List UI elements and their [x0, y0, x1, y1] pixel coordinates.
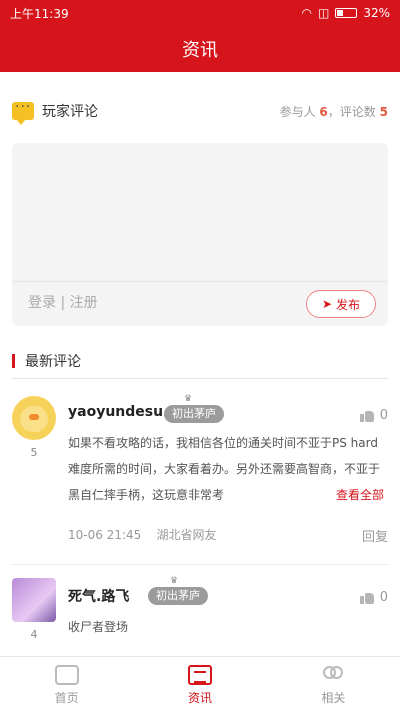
avatar[interactable]	[12, 396, 56, 440]
divider	[12, 564, 388, 565]
comment-item: 4 死气.路飞 ♛ 初出茅庐 0 收尸者登场	[12, 576, 388, 648]
battery-percent: 32%	[363, 6, 390, 20]
view-all-link[interactable]: 查看全部	[329, 482, 384, 508]
publish-label: 发布	[336, 297, 361, 312]
comment-meta: 10-06 21:45 湖北省网友	[68, 526, 217, 543]
divider	[12, 281, 388, 282]
crown-icon: ♛	[184, 394, 193, 404]
page-title: 资讯	[0, 26, 400, 72]
chat-bubble-icon	[12, 99, 34, 125]
latest-comments-header: 最新评论	[12, 343, 388, 379]
tab-news-label: 资讯	[187, 691, 212, 705]
tab-news[interactable]: 资讯	[133, 657, 266, 714]
comments-count: 5	[379, 104, 388, 119]
comment-location: 湖北省网友	[156, 528, 217, 542]
status-time: 上午11:39	[10, 6, 69, 21]
status-right: ◠ ◫ 32%	[302, 6, 391, 20]
tab-home[interactable]: 首页	[0, 657, 133, 714]
comment-stats: 参与人 6，评论数 5	[280, 103, 388, 120]
rank-badge: 初出茅庐	[164, 405, 224, 423]
user-level: 5	[30, 446, 38, 459]
bottom-tab-bar: 首页 资讯 相关	[0, 656, 400, 714]
like-count: 0	[379, 590, 388, 605]
battery-icon	[335, 8, 358, 18]
alarm-icon: ◫	[317, 6, 330, 20]
status-bar: 上午11:39 ◠ ◫ 32%	[0, 0, 400, 26]
thumbs-up-icon	[359, 591, 374, 604]
comment-item: 5 yaoyundesu ♛ 初出茅庐 0 如果不看攻略的话，我相信各位的通关时…	[12, 394, 388, 566]
section-marker	[12, 353, 15, 368]
login-register-link[interactable]: 登录 | 注册	[28, 292, 98, 312]
tab-related-label: 相关	[321, 691, 346, 705]
stats-separator: ，	[327, 104, 340, 119]
user-level: 4	[30, 628, 38, 641]
comment-content: 收尸者登场	[68, 614, 386, 640]
player-comments-title: 玩家评论	[42, 104, 98, 120]
like-count: 0	[379, 408, 388, 423]
username[interactable]: 死气.路飞	[68, 586, 129, 606]
comment-text: 收尸者登场	[68, 620, 129, 634]
participants-label: 参与人	[279, 104, 316, 119]
participants-count: 6	[319, 104, 328, 119]
latest-comments-title: 最新评论	[25, 353, 81, 370]
rank-badge: 初出茅庐	[148, 587, 208, 605]
comment-time: 10-06 21:45	[68, 528, 142, 542]
comments-label: 评论数	[339, 104, 376, 119]
home-icon	[54, 665, 79, 685]
related-icon	[321, 665, 345, 685]
tab-home-label: 首页	[54, 691, 79, 705]
like-button[interactable]: 0	[359, 590, 388, 605]
like-button[interactable]: 0	[359, 408, 388, 423]
publish-button[interactable]: ➤ 发布	[306, 290, 376, 318]
wifi-icon: ◠	[301, 6, 312, 20]
send-icon: ➤	[321, 297, 333, 311]
comment-input-box[interactable]: 登录 | 注册 ➤ 发布	[12, 143, 388, 326]
thumbs-up-icon	[359, 409, 374, 422]
tab-related[interactable]: 相关	[267, 657, 400, 714]
news-icon	[187, 665, 212, 685]
username[interactable]: yaoyundesu	[68, 404, 163, 420]
avatar[interactable]	[12, 578, 56, 622]
player-comments-header: 玩家评论 参与人 6，评论数 5	[12, 96, 388, 126]
reply-button[interactable]: 回复	[362, 526, 388, 545]
crown-icon: ♛	[170, 576, 179, 586]
